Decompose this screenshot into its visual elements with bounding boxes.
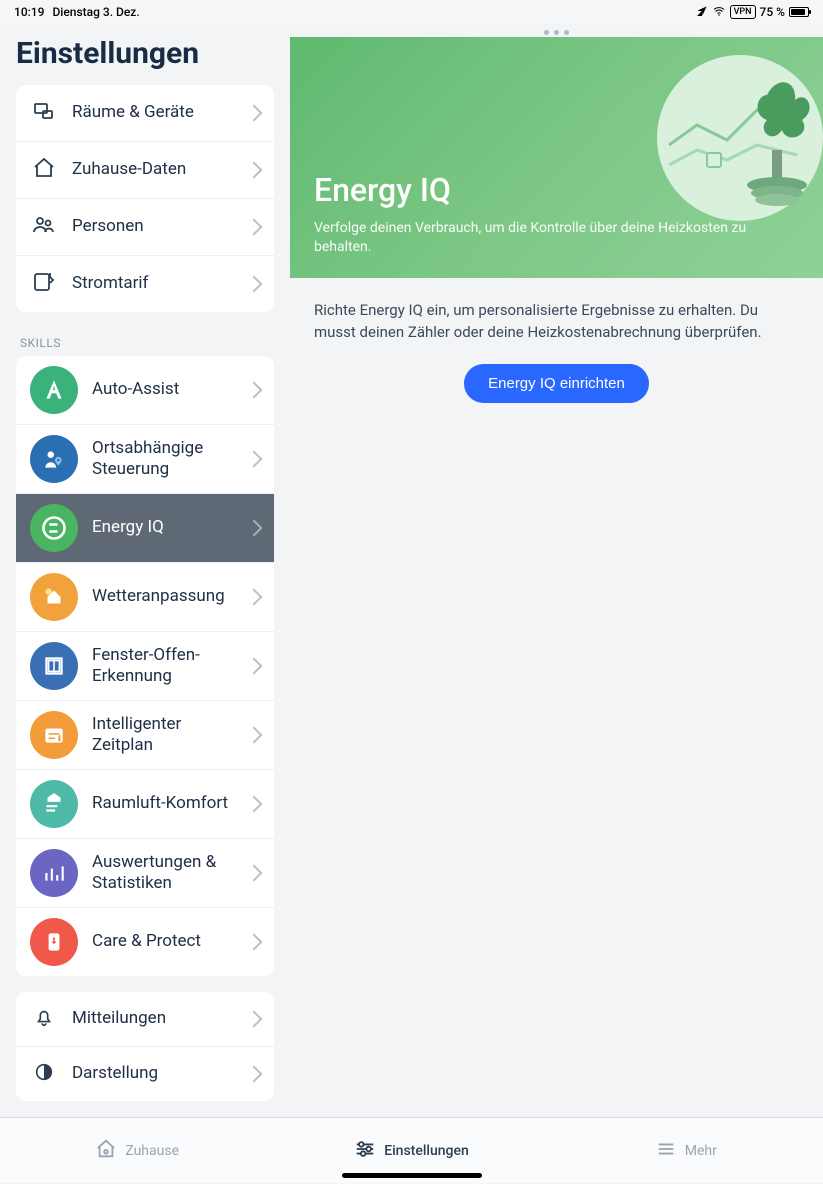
tab-label: Einstellungen xyxy=(384,1143,469,1159)
skill-geofencing[interactable]: Ortsabhängige Steuerung xyxy=(16,424,274,493)
chevron-right-icon xyxy=(246,162,263,179)
tab-label: Zuhause xyxy=(125,1143,179,1159)
chevron-right-icon xyxy=(246,520,263,537)
row-people[interactable]: Personen xyxy=(16,198,274,255)
chevron-right-icon xyxy=(246,865,263,882)
row-label: Stromtarif xyxy=(72,273,234,294)
page-title: Einstellungen xyxy=(0,24,290,85)
energy-iq-icon xyxy=(30,504,78,552)
row-rooms-devices[interactable]: Räume & Geräte xyxy=(16,85,274,141)
hero-illustration xyxy=(657,55,823,221)
battery-icon xyxy=(789,7,809,17)
row-label: Auto-Assist xyxy=(92,379,234,400)
people-icon xyxy=(30,213,58,241)
chevron-right-icon xyxy=(246,1066,263,1083)
row-tariff[interactable]: Stromtarif xyxy=(16,255,274,312)
skill-auto-assist[interactable]: Auto-Assist xyxy=(16,356,274,424)
skill-open-window[interactable]: Fenster-Offen-Erkennung xyxy=(16,631,274,700)
status-time: 10:19 xyxy=(14,5,44,19)
chevron-right-icon xyxy=(246,105,263,122)
status-bar: 10:19 Dienstag 3. Dez. VPN 75 % xyxy=(0,0,823,24)
chevron-right-icon xyxy=(246,219,263,236)
schedule-icon xyxy=(30,711,78,759)
row-home-data[interactable]: Zuhause-Daten xyxy=(16,141,274,198)
tab-more[interactable]: Mehr xyxy=(549,1118,823,1183)
skill-weather-adapt[interactable]: Wetteranpassung xyxy=(16,562,274,631)
chevron-right-icon xyxy=(246,382,263,399)
section-skills: Auto-Assist Ortsabhängige Steuerung Ener… xyxy=(16,356,274,976)
home-icon xyxy=(30,156,58,184)
tab-label: Mehr xyxy=(685,1143,717,1159)
chevron-right-icon xyxy=(246,727,263,744)
chevron-right-icon xyxy=(246,589,263,606)
location-icon xyxy=(696,5,708,20)
row-label: Zuhause-Daten xyxy=(72,159,234,180)
hero-subtitle: Verfolge deinen Verbrauch, um die Kontro… xyxy=(314,219,774,258)
hero-banner: Energy IQ Verfolge deinen Verbrauch, um … xyxy=(290,37,823,278)
more-tab-icon xyxy=(655,1138,677,1164)
row-label: Ortsabhängige Steuerung xyxy=(92,438,234,481)
geofencing-icon xyxy=(30,435,78,483)
section-prefs: Mitteilungen Darstellung xyxy=(16,992,274,1101)
auto-assist-icon xyxy=(30,366,78,414)
row-label: Auswertungen & Statistiken xyxy=(92,852,234,895)
status-date: Dienstag 3. Dez. xyxy=(52,5,139,19)
skills-header: SKILLS xyxy=(0,328,290,356)
row-label: Care & Protect xyxy=(92,931,234,952)
sidebar: Einstellungen Räume & Geräte Zuhause-Dat… xyxy=(0,24,290,1117)
skill-air-comfort[interactable]: Raumluft-Komfort xyxy=(16,769,274,838)
rooms-devices-icon xyxy=(30,99,58,127)
chevron-right-icon xyxy=(246,934,263,951)
skill-stats[interactable]: Auswertungen & Statistiken xyxy=(16,838,274,907)
skill-energy-iq[interactable]: Energy IQ xyxy=(16,493,274,562)
tab-home[interactable]: Zuhause xyxy=(0,1118,274,1183)
content-pane: Energy IQ Verfolge deinen Verbrauch, um … xyxy=(290,24,823,1117)
setup-energy-iq-button[interactable]: Energy IQ einrichten xyxy=(464,364,649,403)
bell-icon xyxy=(30,1006,58,1032)
weather-icon xyxy=(30,573,78,621)
tariff-icon xyxy=(30,270,58,298)
chevron-right-icon xyxy=(246,1011,263,1028)
row-label: Räume & Geräte xyxy=(72,102,234,123)
row-label: Darstellung xyxy=(72,1063,234,1084)
chevron-right-icon xyxy=(246,796,263,813)
stats-icon xyxy=(30,849,78,897)
skill-schedule[interactable]: Intelligenter Zeitplan xyxy=(16,700,274,769)
skill-care-protect[interactable]: Care & Protect xyxy=(16,907,274,976)
window-icon xyxy=(30,642,78,690)
wifi-icon xyxy=(712,5,726,20)
section-general: Räume & Geräte Zuhause-Daten Personen xyxy=(16,85,274,312)
battery-pct: 75 % xyxy=(760,5,785,19)
care-protect-icon xyxy=(30,918,78,966)
row-label: Mitteilungen xyxy=(72,1008,234,1029)
row-label: Energy IQ xyxy=(92,517,234,538)
drag-handle-dots xyxy=(290,24,823,37)
row-label: Raumluft-Komfort xyxy=(92,793,234,814)
home-indicator[interactable] xyxy=(342,1173,482,1178)
row-notifications[interactable]: Mitteilungen xyxy=(16,992,274,1046)
info-text: Richte Energy IQ ein, um personalisierte… xyxy=(290,278,823,358)
settings-tab-icon xyxy=(354,1138,376,1164)
home-tab-icon xyxy=(95,1138,117,1164)
row-label: Wetteranpassung xyxy=(92,586,234,607)
row-appearance[interactable]: Darstellung xyxy=(16,1046,274,1101)
chevron-right-icon xyxy=(246,658,263,675)
row-label: Personen xyxy=(72,216,234,237)
appearance-icon xyxy=(30,1061,58,1087)
row-label: Fenster-Offen-Erkennung xyxy=(92,645,234,688)
row-label: Intelligenter Zeitplan xyxy=(92,714,234,757)
chevron-right-icon xyxy=(246,276,263,293)
chevron-right-icon xyxy=(246,451,263,468)
air-icon xyxy=(30,780,78,828)
vpn-badge: VPN xyxy=(730,5,756,19)
